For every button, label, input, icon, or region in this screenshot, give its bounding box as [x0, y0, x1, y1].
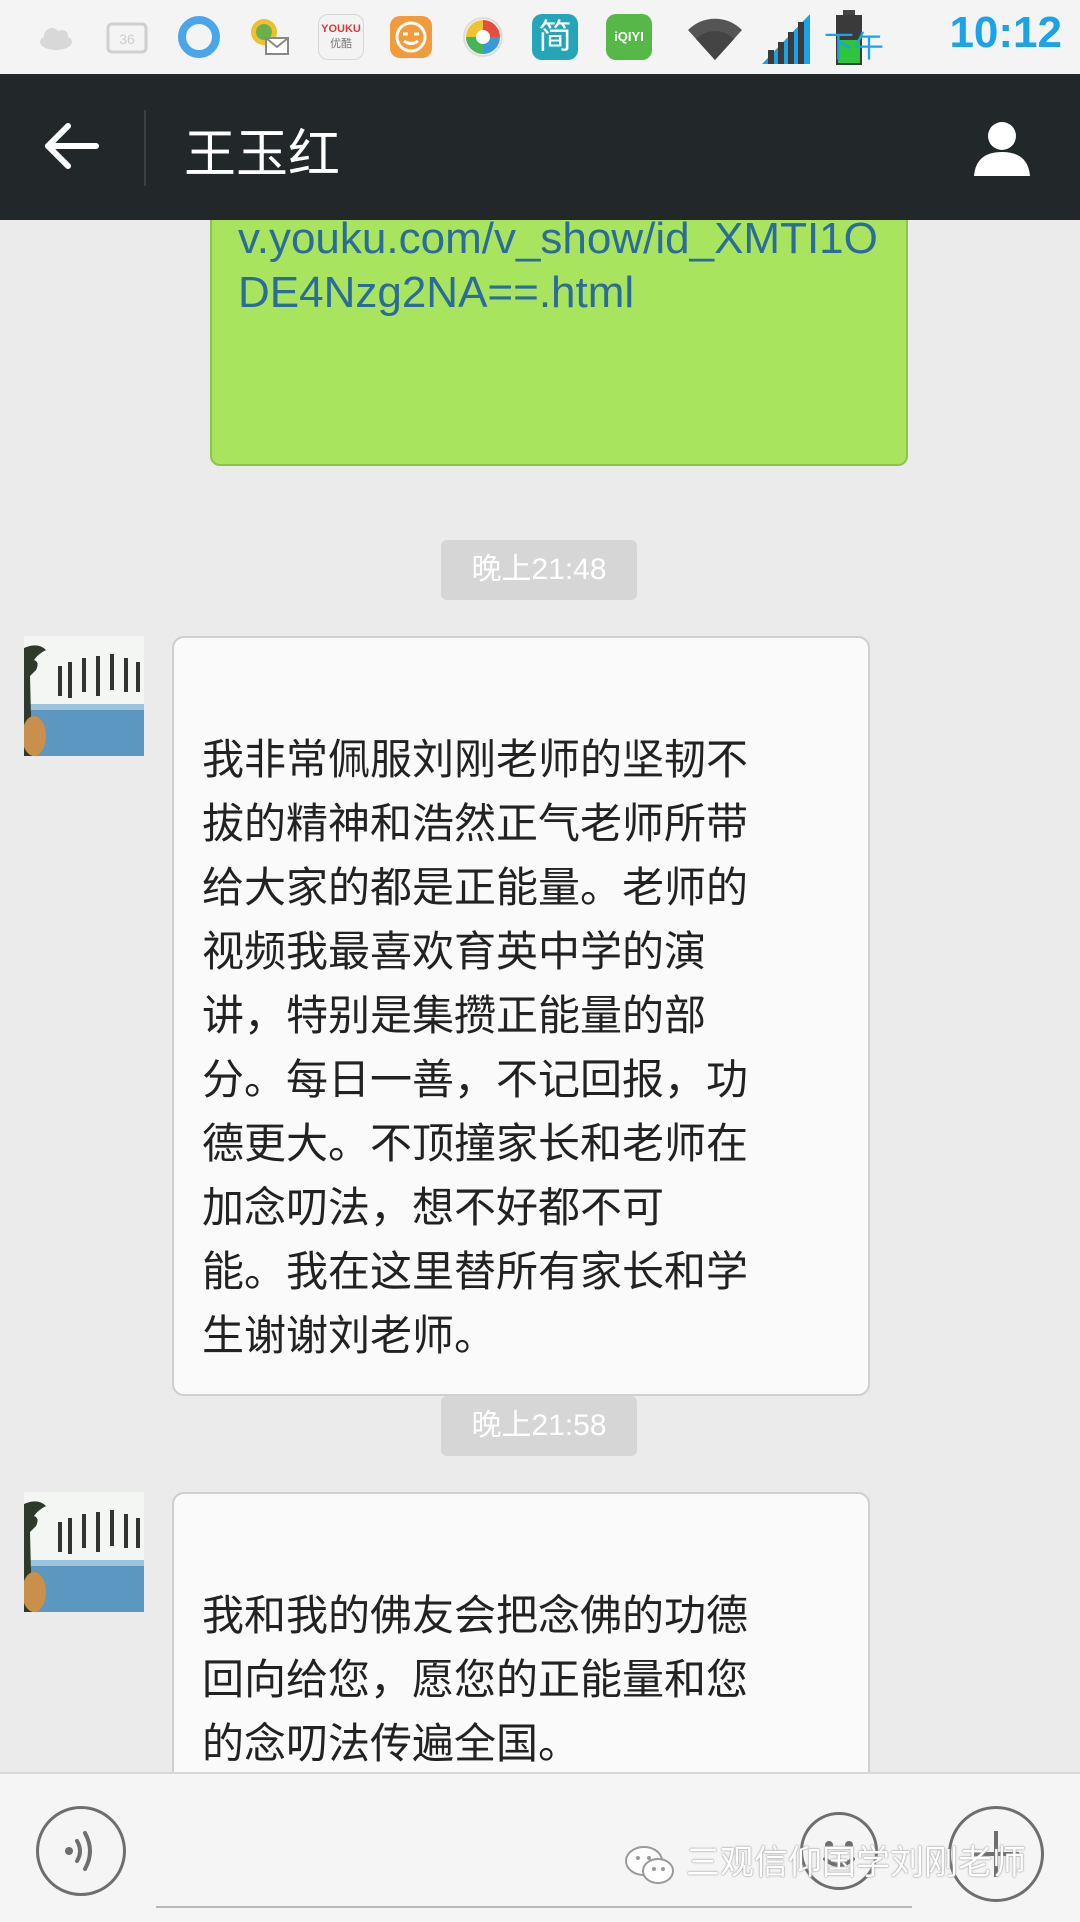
cloud-icon	[40, 28, 72, 50]
youku-icon: YOUKU 优酷	[318, 14, 364, 60]
camera-app-icon	[463, 17, 503, 57]
iqiyi-icon: iQIYI	[606, 14, 652, 60]
avatar[interactable]	[24, 1492, 144, 1612]
wifi-icon	[688, 18, 742, 60]
message-bubble[interactable]: 我非常佩服刘刚老师的坚韧不 拔的精神和浩然正气老师所带 给大家的都是正能量。老师…	[172, 636, 870, 1396]
watermark: 三观信仰国学刘刚老师	[622, 1838, 1026, 1888]
message-input[interactable]	[156, 1906, 912, 1908]
timestamp: 晚上21:48	[441, 540, 637, 600]
voice-icon	[65, 1831, 92, 1871]
message-text: 我和我的佛友会把念佛的功德 回向给您，愿您的正能量和您 的念叨法传遍全国。	[202, 1591, 749, 1768]
time-period: 下午	[824, 30, 884, 65]
back-arrow-icon[interactable]	[40, 114, 104, 178]
chat-header: 王玉红	[0, 74, 1080, 220]
jian-app-icon: 简	[532, 14, 578, 60]
svg-text:36: 36	[119, 31, 135, 47]
page-title: 王玉红	[184, 125, 341, 185]
message-text: 我非常佩服刘刚老师的坚韧不 拔的精神和浩然正气老师所带 给大家的都是正能量。老师…	[202, 735, 749, 1360]
voice-button[interactable]	[36, 1806, 126, 1896]
timestamp: 晚上21:58	[441, 1396, 637, 1456]
status-bar: 36 YOUKU 优酷 简 iQIYI 下午 10:12	[0, 0, 1080, 75]
watermark-text: 三观信仰国学刘刚老师	[686, 1843, 1026, 1883]
avatar-image	[24, 636, 144, 756]
link-message-bubble[interactable]: v.youku.com/v_show/id_XMTI1ODE4Nzg2NA==.…	[210, 220, 908, 466]
mail-icon	[251, 19, 289, 55]
signal-icon	[762, 14, 810, 64]
message-bubble[interactable]: 我和我的佛友会把念佛的功德 回向给您，愿您的正能量和您 的念叨法传遍全国。	[172, 1492, 870, 1772]
link-text[interactable]: v.youku.com/v_show/id_XMTI1ODE4Nzg2NA==.…	[238, 220, 878, 317]
profile-icon[interactable]	[970, 116, 1034, 180]
clock: 10:12	[949, 8, 1062, 57]
avatar[interactable]	[24, 636, 144, 756]
wechat-logo-icon	[625, 1845, 674, 1884]
sim-icon: 36	[106, 22, 148, 54]
face-app-icon	[390, 16, 432, 58]
avatar-image	[24, 1492, 144, 1612]
header-divider	[144, 110, 146, 186]
browser-icon	[178, 16, 220, 58]
chat-area[interactable]: v.youku.com/v_show/id_XMTI1ODE4Nzg2NA==.…	[0, 220, 1080, 1772]
